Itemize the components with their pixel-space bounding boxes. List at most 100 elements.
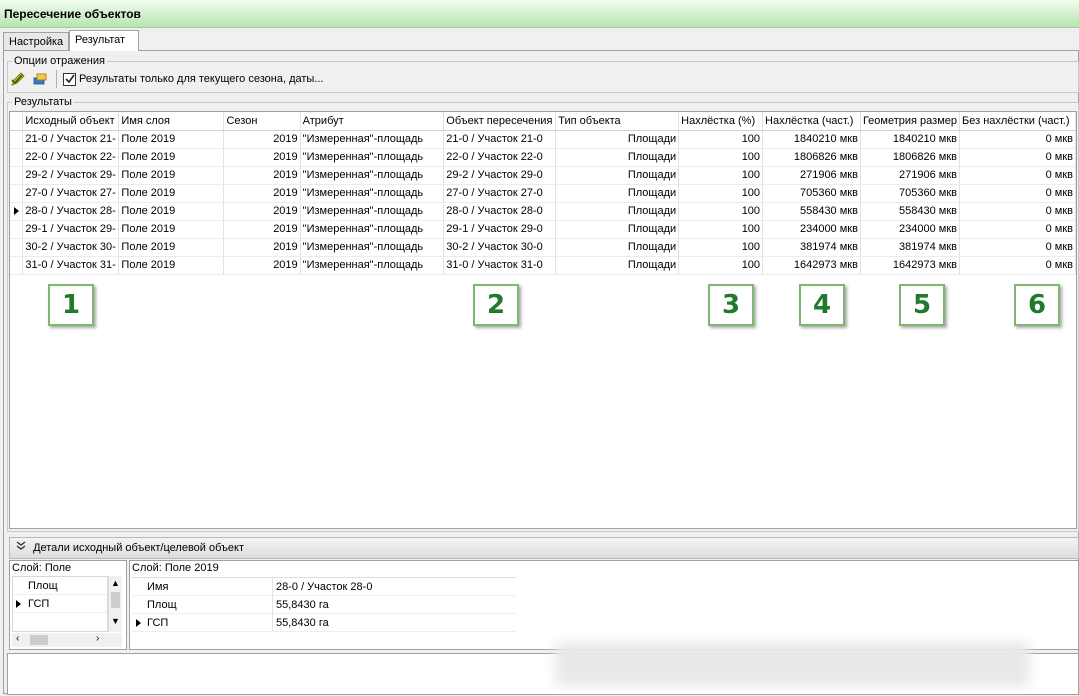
cell-object-type[interactable]: Площади [555,238,680,257]
table-row[interactable]: 28-0 / Участок 28- Поле 2019 2019 "Измеренн… [10,202,1076,221]
row-indicator[interactable] [10,130,24,149]
cell-season[interactable]: 2019 [223,238,301,257]
cell-object-type[interactable]: Площади [555,220,680,239]
col-header-layer[interactable]: Имя слоя [118,112,225,131]
cell-attribute[interactable]: "Измеренная"-площадь [300,238,445,257]
season-filter-checkbox[interactable] [63,72,76,86]
source-list-item[interactable]: Площ [13,577,107,595]
cell-overlap-part[interactable]: 234000 мкв [762,220,861,239]
pencil-check-icon[interactable] [8,69,28,89]
cell-season[interactable]: 2019 [223,130,301,149]
cell-no-overlap[interactable]: 0 мкв [959,130,1076,149]
cell-overlap-part[interactable]: 381974 мкв [762,238,861,257]
scroll-down-icon[interactable]: ▼ [109,614,122,628]
cell-overlap-percent[interactable]: 100 [678,256,764,275]
cell-geometry-size[interactable]: 1642973 мкв [860,256,961,275]
cell-no-overlap[interactable]: 0 мкв [959,148,1076,167]
col-header-overlap-percent[interactable]: Нахлёстка (%) [678,112,764,131]
cell-season[interactable]: 2019 [223,256,301,275]
cell-layer[interactable]: Поле 2019 [118,166,225,185]
cell-overlap-percent[interactable]: 100 [678,220,764,239]
cell-object-type[interactable]: Площади [555,130,680,149]
col-header-intersect-object[interactable]: Объект пересечения [443,112,557,131]
property-row[interactable]: Площ 55,8430 га [132,596,516,614]
cell-layer[interactable]: Поле 2019 [118,238,225,257]
cell-source[interactable]: 21-0 / Участок 21- [22,130,120,149]
cell-source[interactable]: 31-0 / Участок 31- [22,256,120,275]
cell-object-type[interactable]: Площади [555,166,680,185]
cell-overlap-part[interactable]: 705360 мкв [762,184,861,203]
cell-layer[interactable]: Поле 2019 [118,148,225,167]
cell-overlap-percent[interactable]: 100 [678,148,764,167]
cell-overlap-percent[interactable]: 100 [678,238,764,257]
cell-intersect-object[interactable]: 30-2 / Участок 30-0 [443,238,557,257]
table-row[interactable]: 29-1 / Участок 29- Поле 2019 2019 "Измеренн… [10,220,1076,239]
cell-intersect-object[interactable]: 29-2 / Участок 29-0 [443,166,557,185]
cell-layer[interactable]: Поле 2019 [118,184,225,203]
cell-season[interactable]: 2019 [223,184,301,203]
cell-overlap-part[interactable]: 558430 мкв [762,202,861,221]
cell-geometry-size[interactable]: 271906 мкв [860,166,961,185]
scrollbar-thumb[interactable] [111,592,120,608]
scroll-left-icon[interactable]: ‹ [16,633,19,644]
cell-object-type[interactable]: Площади [555,256,680,275]
scroll-up-icon[interactable]: ▲ [109,576,122,590]
cell-layer[interactable]: Поле 2019 [118,130,225,149]
cell-source[interactable]: 29-2 / Участок 29- [22,166,120,185]
cell-source[interactable]: 30-2 / Участок 30- [22,238,120,257]
cell-intersect-object[interactable]: 27-0 / Участок 27-0 [443,184,557,203]
collapse-chevron-icon[interactable] [16,538,30,558]
tab-result[interactable]: Результат [69,30,139,51]
cell-source[interactable]: 29-1 / Участок 29- [22,220,120,239]
row-indicator[interactable] [10,202,24,221]
table-row[interactable]: 27-0 / Участок 27- Поле 2019 2019 "Измеренн… [10,184,1076,203]
cell-intersect-object[interactable]: 29-1 / Участок 29-0 [443,220,557,239]
row-indicator[interactable] [10,256,24,275]
cell-no-overlap[interactable]: 0 мкв [959,184,1076,203]
vertical-scrollbar[interactable]: ▲ ▼ [108,576,122,632]
col-header-object-type[interactable]: Тип объекта [555,112,680,131]
cell-overlap-part[interactable]: 1642973 мкв [762,256,861,275]
cell-intersect-object[interactable]: 31-0 / Участок 31-0 [443,256,557,275]
cell-geometry-size[interactable]: 1840210 мкв [860,130,961,149]
cell-geometry-size[interactable]: 705360 мкв [860,184,961,203]
col-header-source[interactable]: Исходный объект [22,112,120,131]
cell-overlap-percent[interactable]: 100 [678,202,764,221]
cell-layer[interactable]: Поле 2019 [118,220,225,239]
cell-overlap-part[interactable]: 271906 мкв [762,166,861,185]
source-list-item-selected[interactable]: ГСП [13,595,107,613]
cell-season[interactable]: 2019 [223,148,301,167]
cell-geometry-size[interactable]: 234000 мкв [860,220,961,239]
property-row-selected[interactable]: ГСП 55,8430 га [132,614,516,632]
col-header-geometry-size[interactable]: Геометрия размер [860,112,961,131]
col-header-no-overlap[interactable]: Без нахлёстки (част.) [959,112,1076,131]
cell-overlap-part[interactable]: 1806826 мкв [762,148,861,167]
cell-source[interactable]: 28-0 / Участок 28- [22,202,120,221]
cell-no-overlap[interactable]: 0 мкв [959,166,1076,185]
cell-source[interactable]: 27-0 / Участок 27- [22,184,120,203]
cell-attribute[interactable]: "Измеренная"-площадь [300,130,445,149]
cell-object-type[interactable]: Площади [555,184,680,203]
row-indicator[interactable] [10,184,24,203]
cell-no-overlap[interactable]: 0 мкв [959,220,1076,239]
cell-overlap-percent[interactable]: 100 [678,166,764,185]
cell-no-overlap[interactable]: 0 мкв [959,238,1076,257]
table-row[interactable]: 30-2 / Участок 30- Поле 2019 2019 "Измеренн… [10,238,1076,257]
cell-no-overlap[interactable]: 0 мкв [959,256,1076,275]
cell-intersect-object[interactable]: 21-0 / Участок 21-0 [443,130,557,149]
cell-layer[interactable]: Поле 2019 [118,256,225,275]
cell-attribute[interactable]: "Измеренная"-площадь [300,166,445,185]
table-row[interactable]: 21-0 / Участок 21- Поле 2019 2019 "Измеренн… [10,130,1076,149]
cell-attribute[interactable]: "Измеренная"-площадь [300,256,445,275]
cell-geometry-size[interactable]: 1806826 мкв [860,148,961,167]
row-indicator[interactable] [10,238,24,257]
cell-object-type[interactable]: Площади [555,148,680,167]
cell-geometry-size[interactable]: 381974 мкв [860,238,961,257]
cell-season[interactable]: 2019 [223,166,301,185]
row-indicator[interactable] [10,148,24,167]
table-row[interactable]: 22-0 / Участок 22- Поле 2019 2019 "Измеренн… [10,148,1076,167]
cell-intersect-object[interactable]: 22-0 / Участок 22-0 [443,148,557,167]
cell-attribute[interactable]: "Измеренная"-площадь [300,148,445,167]
row-indicator[interactable] [10,220,24,239]
cell-attribute[interactable]: "Измеренная"-площадь [300,202,445,221]
